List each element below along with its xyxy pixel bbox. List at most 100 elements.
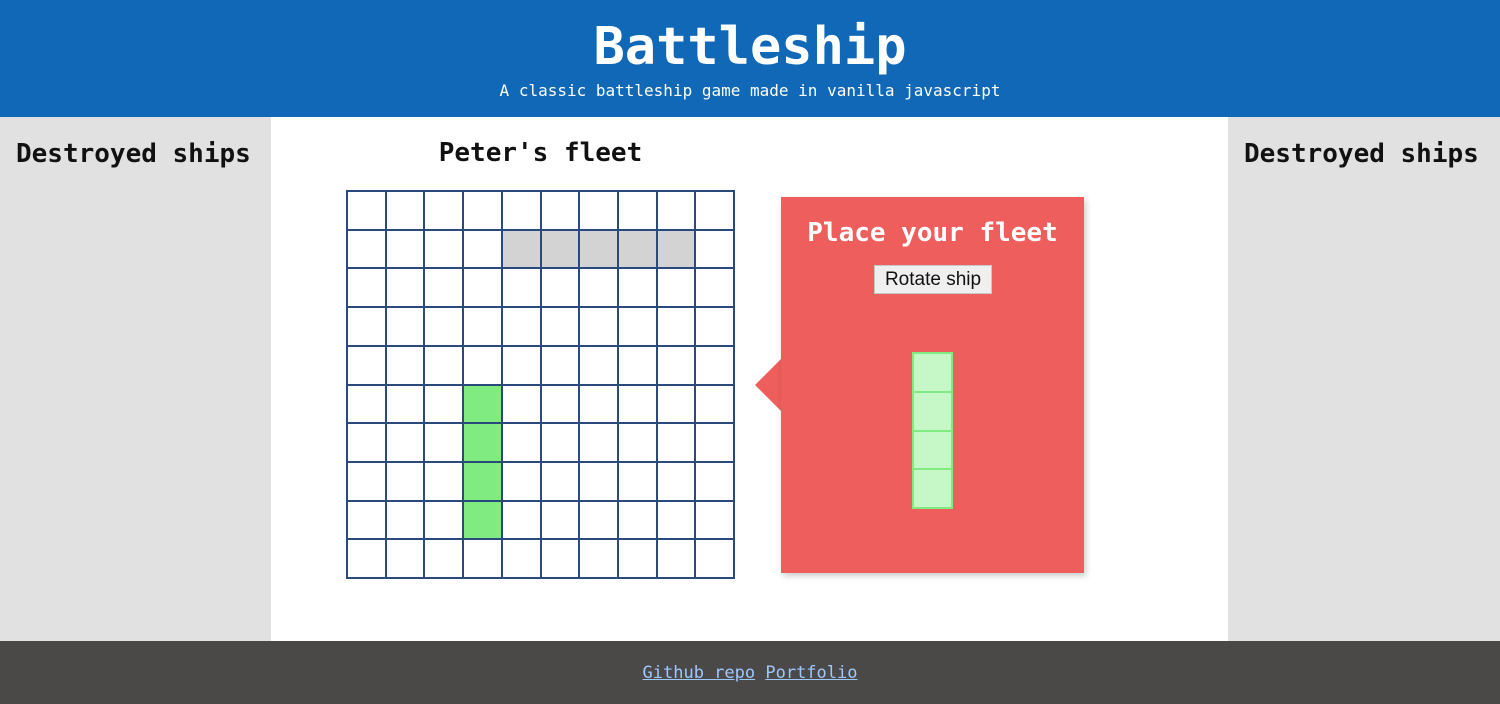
grid-cell[interactable]	[385, 268, 425, 308]
grid-cell[interactable]	[579, 384, 618, 424]
grid-cell[interactable]	[540, 500, 580, 540]
grid-cell[interactable]	[656, 191, 696, 230]
grid-cell[interactable]	[347, 423, 386, 462]
grid-cell[interactable]	[424, 191, 464, 230]
grid-cell[interactable]	[579, 539, 618, 578]
grid-cell[interactable]	[501, 191, 541, 230]
grid-cell[interactable]	[656, 423, 696, 462]
grid-cell[interactable]	[617, 345, 657, 385]
rotate-ship-button[interactable]: Rotate ship	[874, 265, 992, 294]
grid-cell[interactable]	[656, 307, 696, 346]
grid-cell[interactable]	[385, 384, 425, 424]
grid-cell[interactable]	[540, 423, 580, 462]
grid-cell[interactable]	[424, 423, 464, 462]
grid-cell[interactable]	[579, 461, 618, 501]
grid-cell[interactable]	[424, 384, 464, 424]
grid-cell[interactable]	[695, 539, 734, 578]
fleet-board[interactable]	[346, 190, 735, 579]
placement-preview-cell[interactable]	[656, 229, 696, 269]
grid-cell[interactable]	[501, 345, 541, 385]
grid-cell[interactable]	[347, 268, 386, 308]
grid-cell[interactable]	[617, 307, 657, 346]
grid-cell[interactable]	[463, 539, 502, 578]
grid-cell[interactable]	[501, 268, 541, 308]
grid-cell[interactable]	[579, 307, 618, 346]
grid-cell[interactable]	[540, 384, 580, 424]
grid-cell[interactable]	[385, 345, 425, 385]
grid-cell[interactable]	[385, 191, 425, 230]
ship-cell[interactable]	[463, 423, 502, 462]
grid-cell[interactable]	[424, 268, 464, 308]
grid-cell[interactable]	[617, 191, 657, 230]
grid-cell[interactable]	[617, 384, 657, 424]
grid-cell[interactable]	[579, 191, 618, 230]
grid-cell[interactable]	[695, 461, 734, 501]
grid-cell[interactable]	[695, 229, 734, 269]
grid-cell[interactable]	[656, 461, 696, 501]
grid-cell[interactable]	[617, 268, 657, 308]
placement-preview-cell[interactable]	[617, 229, 657, 269]
grid-cell[interactable]	[347, 461, 386, 501]
grid-cell[interactable]	[695, 500, 734, 540]
grid-cell[interactable]	[540, 539, 580, 578]
grid-cell[interactable]	[385, 307, 425, 346]
grid-cell[interactable]	[385, 423, 425, 462]
grid-cell[interactable]	[579, 423, 618, 462]
grid-cell[interactable]	[424, 461, 464, 501]
current-ship-preview[interactable]	[912, 352, 953, 509]
grid-cell[interactable]	[656, 268, 696, 308]
grid-cell[interactable]	[347, 229, 386, 269]
grid-cell[interactable]	[385, 500, 425, 540]
grid-cell[interactable]	[617, 500, 657, 540]
grid-cell[interactable]	[656, 500, 696, 540]
ship-cell[interactable]	[463, 461, 502, 501]
placement-preview-cell[interactable]	[579, 229, 618, 269]
grid-cell[interactable]	[347, 345, 386, 385]
grid-cell[interactable]	[617, 539, 657, 578]
grid-cell[interactable]	[695, 384, 734, 424]
grid-cell[interactable]	[617, 423, 657, 462]
grid-cell[interactable]	[463, 345, 502, 385]
grid-cell[interactable]	[579, 345, 618, 385]
grid-cell[interactable]	[463, 307, 502, 346]
grid-cell[interactable]	[347, 500, 386, 540]
portfolio-link[interactable]: Portfolio	[765, 663, 857, 683]
grid-cell[interactable]	[540, 268, 580, 308]
grid-cell[interactable]	[385, 229, 425, 269]
grid-cell[interactable]	[347, 384, 386, 424]
github-repo-link[interactable]: Github repo	[643, 663, 756, 683]
grid-cell[interactable]	[695, 345, 734, 385]
grid-cell[interactable]	[385, 539, 425, 578]
grid-cell[interactable]	[695, 423, 734, 462]
grid-cell[interactable]	[656, 539, 696, 578]
grid-cell[interactable]	[617, 461, 657, 501]
grid-cell[interactable]	[424, 500, 464, 540]
grid-cell[interactable]	[424, 229, 464, 269]
grid-cell[interactable]	[347, 191, 386, 230]
grid-cell[interactable]	[501, 423, 541, 462]
grid-cell[interactable]	[579, 500, 618, 540]
grid-cell[interactable]	[695, 268, 734, 308]
ship-cell[interactable]	[463, 500, 502, 540]
grid-cell[interactable]	[501, 384, 541, 424]
grid-cell[interactable]	[385, 461, 425, 501]
grid-cell[interactable]	[579, 268, 618, 308]
ship-cell[interactable]	[463, 384, 502, 424]
grid-cell[interactable]	[463, 268, 502, 308]
placement-preview-cell[interactable]	[501, 229, 541, 269]
grid-cell[interactable]	[501, 539, 541, 578]
grid-cell[interactable]	[501, 307, 541, 346]
grid-cell[interactable]	[463, 229, 502, 269]
grid-cell[interactable]	[656, 345, 696, 385]
grid-cell[interactable]	[347, 539, 386, 578]
grid-cell[interactable]	[424, 539, 464, 578]
grid-cell[interactable]	[656, 384, 696, 424]
grid-cell[interactable]	[501, 500, 541, 540]
grid-cell[interactable]	[540, 461, 580, 501]
grid-cell[interactable]	[695, 307, 734, 346]
grid-cell[interactable]	[463, 191, 502, 230]
grid-cell[interactable]	[695, 191, 734, 230]
grid-cell[interactable]	[540, 307, 580, 346]
grid-cell[interactable]	[540, 345, 580, 385]
grid-cell[interactable]	[347, 307, 386, 346]
